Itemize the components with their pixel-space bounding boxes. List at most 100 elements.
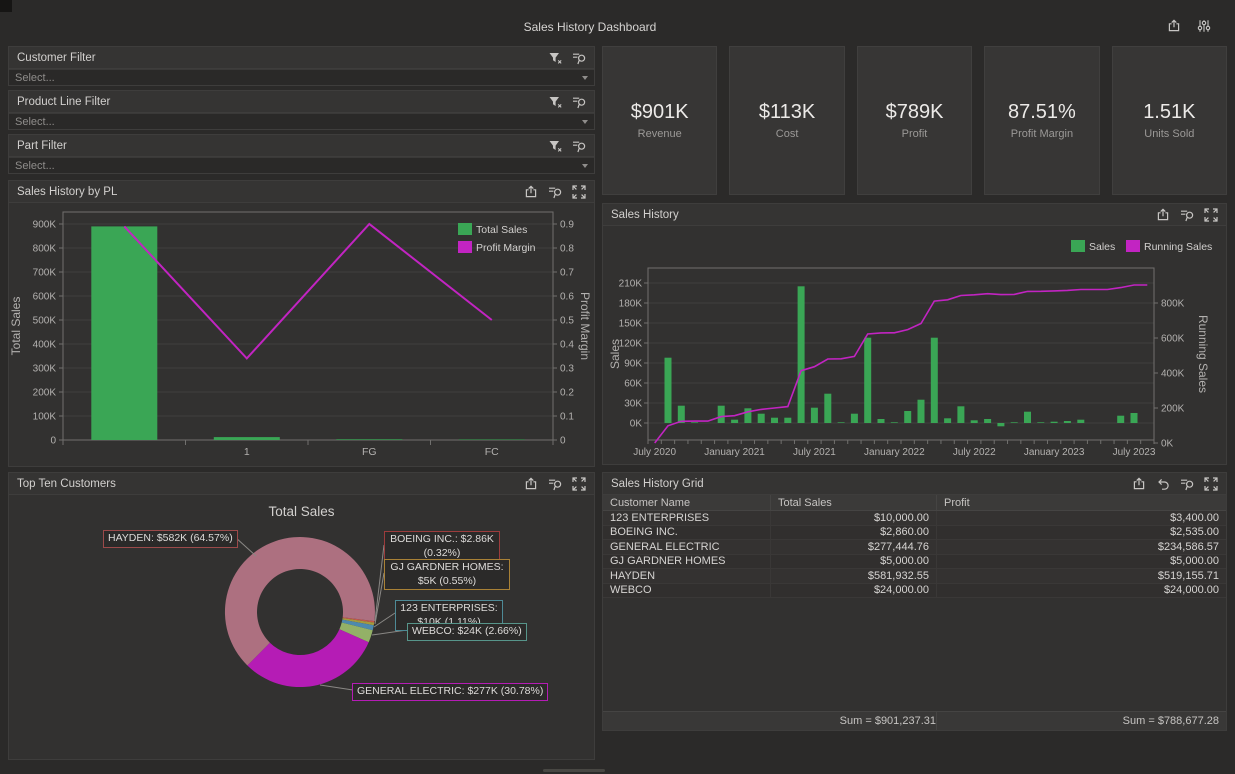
sales-by-pl-chart[interactable]: 00100K0.1200K0.2300K0.3400K0.4500K0.5600… bbox=[9, 203, 594, 466]
sales-history-grid-panel: Sales History Grid Customer Name Total S… bbox=[602, 472, 1227, 731]
svg-text:Profit Margin: Profit Margin bbox=[578, 292, 592, 360]
export-icon[interactable] bbox=[523, 184, 538, 199]
svg-text:0.8: 0.8 bbox=[560, 244, 574, 255]
grid-cell[interactable]: $519,155.71 bbox=[937, 569, 1226, 583]
svg-text:July 2021: July 2021 bbox=[793, 447, 836, 458]
grid-cell[interactable]: $2,860.00 bbox=[771, 526, 937, 540]
grid-column-header[interactable]: Profit bbox=[937, 495, 1226, 510]
undo-icon[interactable] bbox=[1155, 476, 1170, 491]
maximize-icon[interactable] bbox=[1203, 476, 1218, 491]
svg-text:Total Sales: Total Sales bbox=[9, 297, 23, 356]
callout-boeing: BOEING INC.: $2.86K (0.32%) bbox=[384, 531, 500, 562]
kpi-label: Revenue bbox=[638, 128, 682, 140]
kpi-label: Profit bbox=[902, 128, 928, 140]
filter-icon[interactable] bbox=[547, 50, 562, 65]
panel-title-label: Sales History Grid bbox=[611, 478, 704, 490]
filter-icon[interactable] bbox=[547, 138, 562, 153]
svg-text:500K: 500K bbox=[33, 316, 57, 327]
export-icon[interactable] bbox=[1155, 207, 1170, 222]
clear-filter-icon[interactable] bbox=[571, 94, 586, 109]
grid-cell[interactable]: GENERAL ELECTRIC bbox=[603, 540, 771, 554]
svg-text:900K: 900K bbox=[33, 220, 57, 231]
grid-header-row: Customer Name Total Sales Profit bbox=[603, 495, 1226, 511]
maximize-icon[interactable] bbox=[571, 476, 586, 491]
svg-text:Running Sales: Running Sales bbox=[1196, 315, 1210, 393]
svg-text:July 2023: July 2023 bbox=[1113, 447, 1156, 458]
product-line-filter-combobox[interactable]: Select... bbox=[9, 113, 594, 129]
clear-filter-icon[interactable] bbox=[571, 138, 586, 153]
grid-column-header[interactable]: Customer Name bbox=[603, 495, 771, 510]
kpi-card-cost: $113K Cost bbox=[729, 46, 844, 195]
svg-text:1: 1 bbox=[244, 446, 250, 458]
panel-title-label: Top Ten Customers bbox=[17, 478, 116, 490]
panel-titlebar: Sales History Grid bbox=[603, 473, 1226, 495]
grid-cell[interactable]: $3,400.00 bbox=[937, 511, 1226, 525]
kpi-value: 87.51% bbox=[1008, 101, 1076, 124]
grid-cell[interactable]: $2,535.00 bbox=[937, 526, 1226, 540]
panel-titlebar: Product Line Filter bbox=[9, 91, 594, 113]
horizontal-scrollbar-thumb[interactable] bbox=[543, 769, 605, 772]
grid-cell[interactable]: WEBCO bbox=[603, 584, 771, 598]
grid-row[interactable]: GJ GARDNER HOMES$5,000.00$5,000.00 bbox=[603, 555, 1226, 570]
clear-filter-icon[interactable] bbox=[547, 476, 562, 491]
customer-filter-combobox[interactable]: Select... bbox=[9, 69, 594, 85]
maximize-icon[interactable] bbox=[1203, 207, 1218, 222]
grid-row[interactable]: GENERAL ELECTRIC$277,444.76$234,586.57 bbox=[603, 540, 1226, 555]
grid-cell[interactable]: $277,444.76 bbox=[771, 540, 937, 554]
grid-row[interactable]: WEBCO$24,000.00$24,000.00 bbox=[603, 584, 1226, 599]
svg-text:January 2021: January 2021 bbox=[704, 447, 765, 458]
svg-text:210K: 210K bbox=[619, 279, 643, 290]
grid-cell[interactable]: $5,000.00 bbox=[937, 555, 1226, 569]
clear-filter-icon[interactable] bbox=[571, 50, 586, 65]
svg-text:0.6: 0.6 bbox=[560, 292, 574, 303]
svg-text:Running Sales: Running Sales bbox=[1144, 241, 1212, 253]
grid-row[interactable]: HAYDEN$581,932.55$519,155.71 bbox=[603, 569, 1226, 584]
svg-text:0.1: 0.1 bbox=[560, 412, 574, 423]
filter-icon[interactable] bbox=[547, 94, 562, 109]
grid-cell[interactable]: $24,000.00 bbox=[937, 584, 1226, 598]
combobox-value: Select... bbox=[15, 116, 582, 128]
svg-text:July 2020: July 2020 bbox=[633, 447, 676, 458]
top-ten-customers-chart[interactable]: Total Sales HAYDEN: $582K (64.57%) BOEIN… bbox=[9, 495, 594, 759]
grid-cell[interactable]: BOEING INC. bbox=[603, 526, 771, 540]
svg-text:100K: 100K bbox=[33, 412, 57, 423]
clear-filter-icon[interactable] bbox=[1179, 476, 1194, 491]
svg-text:Sales: Sales bbox=[1089, 241, 1115, 253]
svg-text:180K: 180K bbox=[619, 299, 643, 310]
svg-text:120K: 120K bbox=[619, 339, 643, 350]
svg-text:0.7: 0.7 bbox=[560, 268, 574, 279]
grid-cell[interactable]: $10,000.00 bbox=[771, 511, 937, 525]
grid-row[interactable]: 123 ENTERPRISES$10,000.00$3,400.00 bbox=[603, 511, 1226, 526]
grid-column-header[interactable]: Total Sales bbox=[771, 495, 937, 510]
combobox-value: Select... bbox=[15, 72, 582, 84]
svg-text:400K: 400K bbox=[1161, 369, 1185, 380]
grid-cell[interactable]: $581,932.55 bbox=[771, 569, 937, 583]
export-icon[interactable] bbox=[1166, 18, 1181, 33]
kpi-card-profit: $789K Profit bbox=[857, 46, 972, 195]
grid-cell[interactable]: $5,000.00 bbox=[771, 555, 937, 569]
dashboard-root: { "header": { "title": "Sales History Da… bbox=[0, 0, 1235, 774]
grid-cell[interactable]: $24,000.00 bbox=[771, 584, 937, 598]
part-filter-combobox[interactable]: Select... bbox=[9, 157, 594, 173]
parameters-icon[interactable] bbox=[1196, 18, 1211, 33]
clear-filter-icon[interactable] bbox=[547, 184, 562, 199]
grid-row[interactable]: BOEING INC.$2,860.00$2,535.00 bbox=[603, 526, 1226, 541]
export-icon[interactable] bbox=[523, 476, 538, 491]
panel-titlebar: Sales History bbox=[603, 204, 1226, 226]
callout-hayden: HAYDEN: $582K (64.57%) bbox=[103, 530, 238, 548]
grid-cell[interactable]: HAYDEN bbox=[603, 569, 771, 583]
svg-text:700K: 700K bbox=[33, 268, 57, 279]
svg-text:600K: 600K bbox=[1161, 334, 1185, 345]
grid-cell[interactable]: 123 ENTERPRISES bbox=[603, 511, 771, 525]
export-icon[interactable] bbox=[1131, 476, 1146, 491]
clear-filter-icon[interactable] bbox=[1179, 207, 1194, 222]
grid-cell[interactable]: GJ GARDNER HOMES bbox=[603, 555, 771, 569]
svg-text:60K: 60K bbox=[624, 379, 642, 390]
callout-general-electric: GENERAL ELECTRIC: $277K (30.78%) bbox=[352, 683, 548, 701]
svg-text:0: 0 bbox=[50, 436, 56, 447]
kpi-card-units-sold: 1.51K Units Sold bbox=[1112, 46, 1227, 195]
sales-history-chart[interactable]: 0K30K60K90K120K150K180K210K0K200K400K600… bbox=[603, 226, 1226, 464]
maximize-icon[interactable] bbox=[571, 184, 586, 199]
grid-cell[interactable]: $234,586.57 bbox=[937, 540, 1226, 554]
kpi-label: Profit Margin bbox=[1011, 128, 1073, 140]
